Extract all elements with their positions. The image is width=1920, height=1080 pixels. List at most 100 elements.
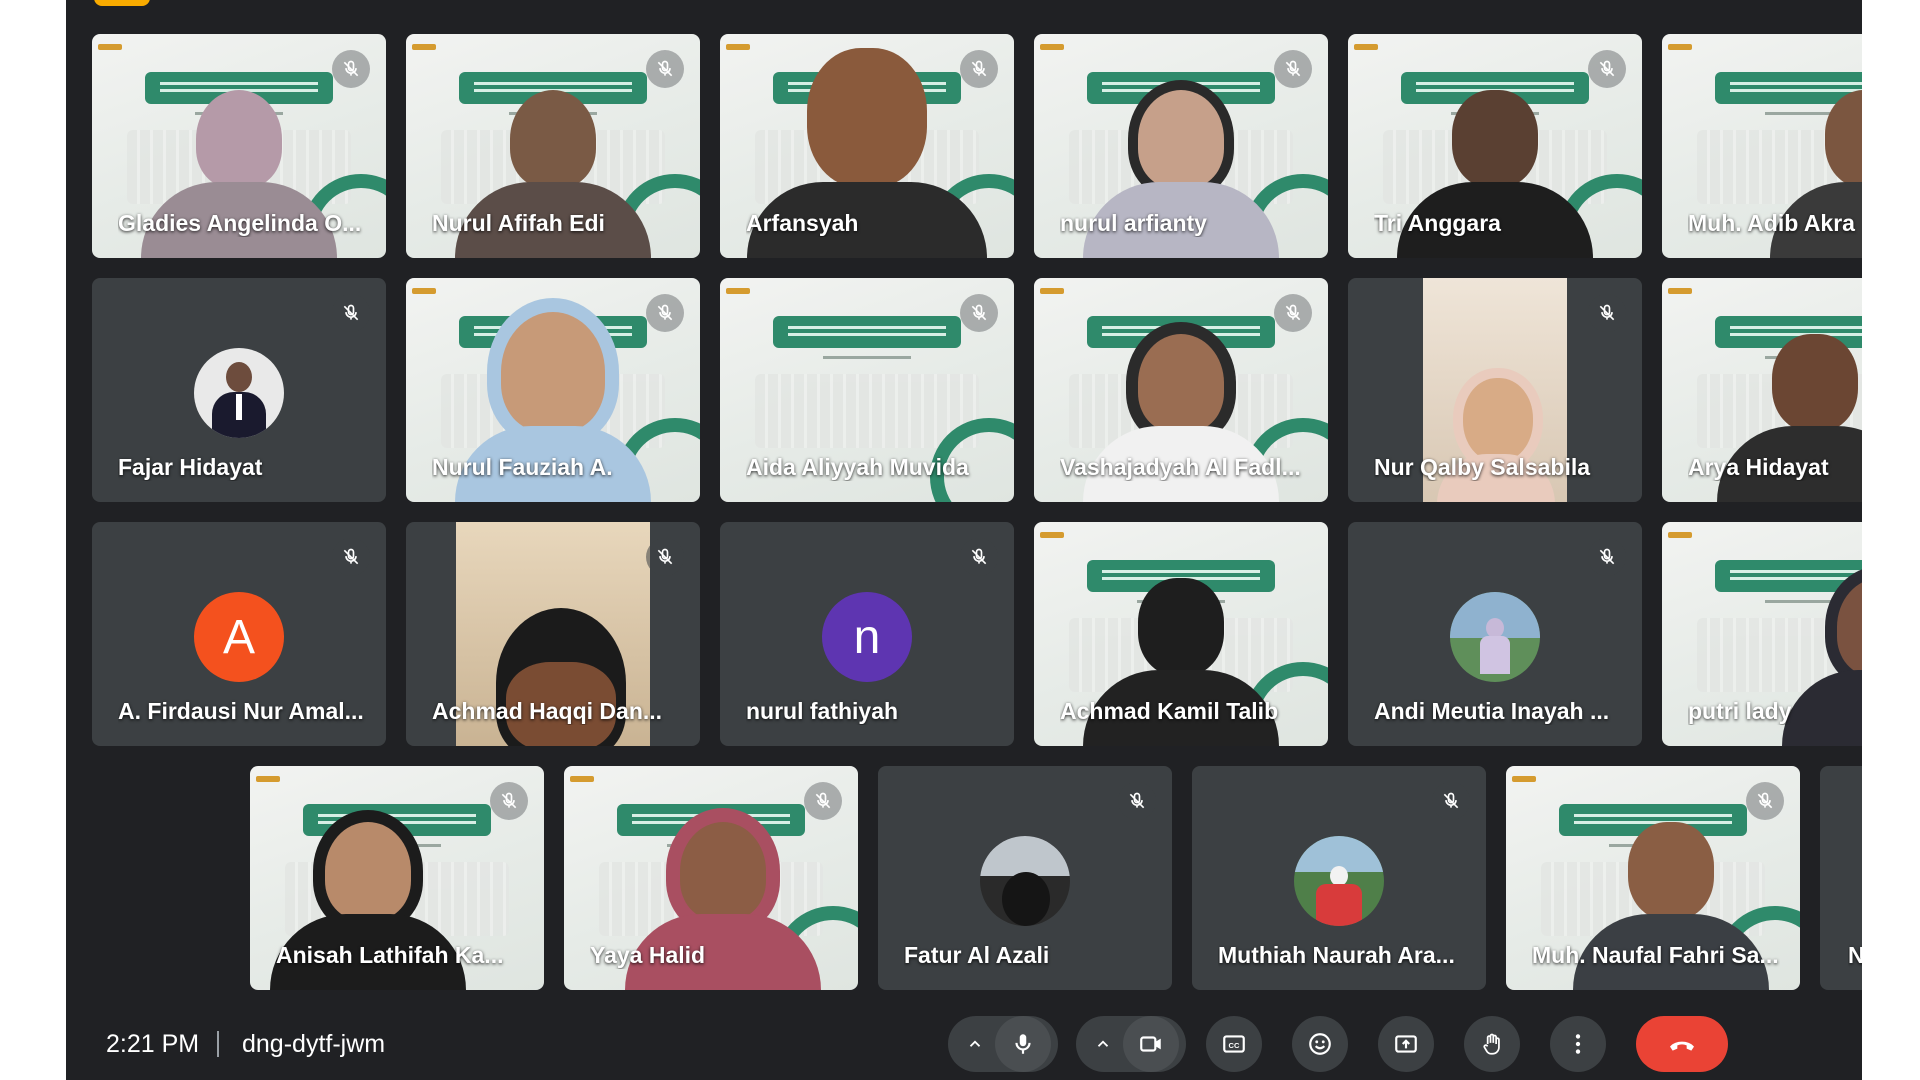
mic-off-icon: [1588, 50, 1626, 88]
leave-call-button[interactable]: [1636, 1016, 1728, 1072]
raise-hand-button[interactable]: [1464, 1016, 1520, 1072]
phone-hangup-icon: [1670, 1041, 1694, 1051]
participant-name: A. Firdausi Nur Amal...: [118, 698, 364, 724]
participant-name: Gladies Angelinda O...: [118, 210, 362, 236]
participant-name: Yaya Halid: [590, 942, 706, 968]
mic-off-icon: [332, 50, 370, 88]
participant-tile[interactable]: Nurul Afifah Edi: [406, 34, 700, 258]
mic-off-icon: [646, 538, 684, 576]
camera-button[interactable]: [1123, 1016, 1179, 1072]
reactions-button[interactable]: [1292, 1016, 1348, 1072]
mic-icon: [1015, 1034, 1031, 1054]
avatar: [194, 348, 284, 438]
participant-name: Arya Hidayat: [1688, 454, 1829, 480]
chevron-up-icon[interactable]: [955, 1016, 995, 1072]
participant-tile[interactable]: Achmad Haqqi Dan...: [406, 522, 700, 746]
participant-tile[interactable]: Achmad Kamil Talib: [1034, 522, 1328, 746]
mic-off-icon: [1588, 294, 1626, 332]
mic-off-icon: [960, 538, 998, 576]
participant-name: Muthiah Naurah Ara...: [1218, 942, 1455, 968]
participant-tile[interactable]: Andi Meutia Inayah ...: [1348, 522, 1642, 746]
participant-name: Nurul Afifah Edi: [432, 210, 605, 236]
mic-off-icon: [646, 294, 684, 332]
mic-off-icon: [1588, 538, 1626, 576]
participant-tile[interactable]: Anisah Lathifah Ka...: [250, 766, 544, 990]
mic-off-icon: [1274, 50, 1312, 88]
video-control-group: [1076, 1016, 1186, 1072]
svg-text:CC: CC: [1229, 1041, 1240, 1050]
participant-name: Nurul Fauziah A.: [432, 454, 613, 480]
mic-off-icon: [960, 50, 998, 88]
meeting-controls-bar: 2:21 PM dng-dytf-jwm CC: [66, 1004, 1862, 1080]
participant-name: nurul fathiyah: [746, 698, 899, 724]
mic-off-icon: [1432, 782, 1470, 820]
divider: [217, 1031, 219, 1057]
mic-off-icon: [646, 50, 684, 88]
closed-caption-icon: CC: [1223, 1035, 1245, 1053]
participant-tile[interactable]: nurul arfianty: [1034, 34, 1328, 258]
participant-name: Fajar Hidayat: [118, 454, 263, 480]
participant-name: Achmad Kamil Talib: [1060, 698, 1279, 724]
present-button[interactable]: [1378, 1016, 1434, 1072]
participant-name: Arfansyah: [746, 210, 859, 236]
participant-name: Aida Aliyyah Muvida: [746, 454, 969, 480]
meeting-code: dng-dytf-jwm: [242, 1030, 386, 1058]
participant-tile[interactable]: Fatur Al Azali: [878, 766, 1172, 990]
participant-name: nurul arfianty: [1060, 210, 1207, 236]
mic-off-icon: [960, 294, 998, 332]
present-icon: [1395, 1035, 1417, 1053]
participant-name: Achmad Haqqi Dan...: [432, 698, 663, 724]
participant-tile[interactable]: Tri Anggara: [1348, 34, 1642, 258]
chevron-up-icon[interactable]: [1083, 1016, 1123, 1072]
participant-name: N: [1848, 942, 1862, 968]
participant-tile[interactable]: Arya Hidayat: [1662, 278, 1862, 502]
meet-window: Gladies Angelinda O... Nurul Afifah Edi …: [66, 0, 1862, 1080]
participant-name: Muh. Naufal Fahri Sa...: [1532, 942, 1779, 968]
participant-tile[interactable]: Nurul Fauziah A.: [406, 278, 700, 502]
audio-control-group: [948, 1016, 1058, 1072]
mic-off-icon: [1118, 782, 1156, 820]
camera-icon: [1140, 1036, 1161, 1052]
participant-tile[interactable]: Vashajadyah Al Fadl...: [1034, 278, 1328, 502]
participant-tile[interactable]: Yaya Halid: [564, 766, 858, 990]
participant-name: Vashajadyah Al Fadl...: [1060, 454, 1301, 480]
participant-tile[interactable]: Nur Qalby Salsabila: [1348, 278, 1642, 502]
participant-tile[interactable]: N: [1820, 766, 1862, 990]
captions-button[interactable]: CC: [1206, 1016, 1262, 1072]
participant-tile[interactable]: Aida Aliyyah Muvida: [720, 278, 1014, 502]
mic-off-icon: [490, 782, 528, 820]
avatar: [980, 836, 1070, 926]
participant-tile[interactable]: Arfansyah: [720, 34, 1014, 258]
participant-tile[interactable]: putri lady: [1662, 522, 1862, 746]
participant-tile[interactable]: Gladies Angelinda O...: [92, 34, 386, 258]
top-badge: [94, 0, 150, 6]
participant-name: Andi Meutia Inayah ...: [1374, 698, 1610, 724]
more-vert-icon: [1575, 1034, 1581, 1054]
participant-tile[interactable]: Muh. Adib Akra: [1662, 34, 1862, 258]
emoji-icon: [1309, 1033, 1331, 1055]
participant-tile[interactable]: A A. Firdausi Nur Amal...: [92, 522, 386, 746]
participant-name: Nur Qalby Salsabila: [1374, 454, 1591, 480]
participant-name: Muh. Adib Akra: [1688, 210, 1855, 236]
more-options-button[interactable]: [1550, 1016, 1606, 1072]
participant-name: Anisah Lathifah Ka...: [276, 942, 504, 968]
participant-name: Fatur Al Azali: [904, 942, 1050, 968]
mic-off-icon: [332, 538, 370, 576]
avatar: [1450, 592, 1540, 682]
participant-name: putri lady: [1688, 698, 1792, 724]
avatar: A: [194, 592, 284, 682]
avatar: [1294, 836, 1384, 926]
mic-off-icon: [1746, 782, 1784, 820]
hand-icon: [1483, 1033, 1500, 1055]
participant-tile[interactable]: Muthiah Naurah Ara...: [1192, 766, 1486, 990]
participant-tile[interactable]: Muh. Naufal Fahri Sa...: [1506, 766, 1800, 990]
participant-tile[interactable]: n nurul fathiyah: [720, 522, 1014, 746]
participant-tile[interactable]: Fajar Hidayat: [92, 278, 386, 502]
meeting-time: 2:21 PM: [106, 1030, 200, 1058]
mic-off-icon: [1274, 294, 1312, 332]
participant-name: Tri Anggara: [1374, 210, 1501, 236]
microphone-button[interactable]: [995, 1016, 1051, 1072]
avatar: n: [822, 592, 912, 682]
mic-off-icon: [804, 782, 842, 820]
mic-off-icon: [332, 294, 370, 332]
